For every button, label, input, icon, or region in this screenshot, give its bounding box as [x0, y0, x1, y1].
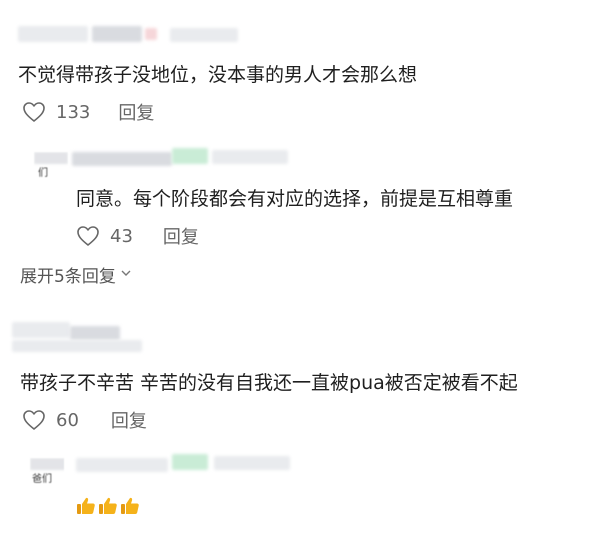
- like-count: 133: [56, 101, 91, 123]
- thumbs-up-icon: [77, 497, 95, 514]
- heart-icon: [77, 226, 99, 246]
- like-count: 60: [56, 409, 79, 431]
- expand-replies-link[interactable]: 展开5条回复: [20, 262, 132, 287]
- username-blur: [170, 28, 238, 42]
- comment-3-reply-button[interactable]: 回复: [111, 407, 147, 433]
- username-blur: [12, 340, 142, 352]
- reply-avatar: 们: [34, 152, 68, 182]
- avatar-label: 们: [38, 168, 48, 179]
- comment-1-reply-button[interactable]: 回复: [118, 99, 154, 125]
- username-blur: [70, 326, 120, 340]
- emoji-reply: [76, 496, 140, 516]
- comment-2-text: 同意。每个阶段都会有对应的选择，前提是互相尊重: [76, 188, 514, 210]
- username-blur: [92, 26, 142, 42]
- username-blur: [172, 148, 208, 164]
- chevron-down-icon: [120, 267, 132, 282]
- avatar-label: 爸们: [32, 474, 52, 485]
- comment-1-like-button[interactable]: 133: [22, 101, 90, 123]
- comment-1-header: [0, 22, 600, 48]
- comment-3-like-button[interactable]: 60: [22, 409, 79, 431]
- username-blur: [18, 26, 88, 42]
- username-blur: [145, 28, 157, 40]
- thumbs-up-icon: [121, 497, 139, 514]
- username-blur: [212, 150, 288, 164]
- like-count: 43: [110, 225, 133, 247]
- heart-icon: [23, 102, 45, 122]
- comment-1-actions: 133 回复: [22, 100, 154, 124]
- comment-2-like-button[interactable]: 43: [76, 225, 133, 247]
- expand-replies-label: 展开5条回复: [20, 267, 116, 287]
- reply-avatar: 爸们: [30, 458, 64, 488]
- comment-3-actions: 60 回复: [22, 408, 147, 432]
- comment-1-text: 不觉得带孩子没地位，没本事的男人才会那么想: [18, 64, 418, 86]
- comment-3-text: 带孩子不辛苦 辛苦的没有自我还一直被pua被否定被看不起: [20, 372, 518, 394]
- username-blur: [12, 322, 70, 338]
- username-blur: [76, 458, 168, 472]
- comment-2-reply-button[interactable]: 回复: [163, 223, 199, 249]
- username-blur: [172, 454, 208, 470]
- username-blur: [214, 456, 290, 470]
- username-blur: [72, 152, 172, 166]
- heart-icon: [23, 410, 45, 430]
- comment-2-actions: 43 回复: [76, 224, 199, 248]
- thumbs-up-icon: [99, 497, 117, 514]
